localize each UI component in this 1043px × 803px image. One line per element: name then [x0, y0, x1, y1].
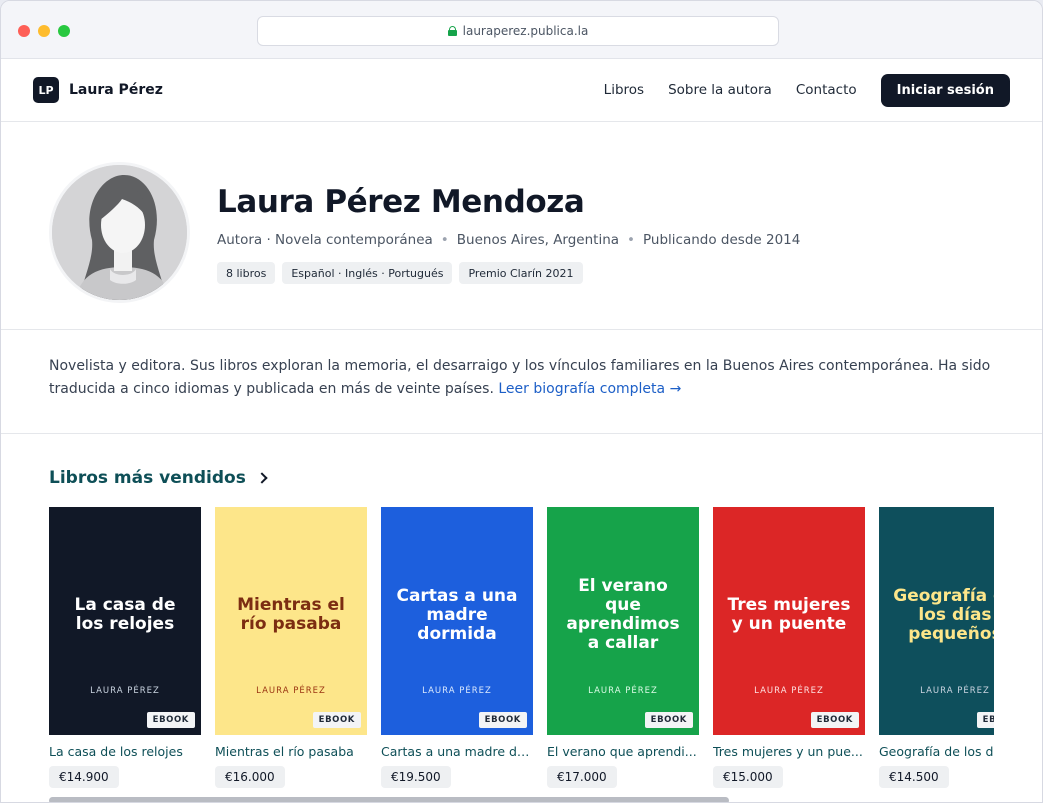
address-bar[interactable]: lauraperez.publica.la — [257, 16, 779, 46]
format-badge: EBOOK — [478, 712, 527, 728]
maximize-window-button[interactable] — [58, 25, 70, 37]
nav-link-libros[interactable]: Libros — [604, 82, 644, 98]
cover-title: Cartas a una madre dormida — [396, 585, 518, 644]
book-card[interactable]: La casa de los relojes LAURA PÉREZ EBOOK La… — [49, 507, 201, 788]
bestsellers-heading[interactable]: Libros más vendidos — [49, 468, 268, 488]
cover-author: LAURA PÉREZ — [754, 686, 824, 696]
book-card[interactable]: Mientras el río pasaba LAURA PÉREZ EBOOK Mi… — [215, 507, 367, 788]
main-nav: Libros Sobre la autora Contacto Iniciar … — [580, 73, 1010, 107]
avatar — [49, 162, 190, 303]
book-title-link[interactable]: Tres mujeres y un pue... — [713, 744, 863, 759]
book-card[interactable]: Cartas a una madre dormida LAURA PÉREZ EBO… — [381, 507, 533, 788]
cover-author: LAURA PÉREZ — [256, 686, 326, 696]
book-card[interactable]: Tres mujeres y un puente LAURA PÉREZ EBOOK… — [713, 507, 865, 788]
book-price: €14.500 — [879, 766, 949, 788]
cover-author: LAURA PÉREZ — [920, 686, 990, 696]
site-header: LP Laura Pérez Libros Sobre la autora Co… — [1, 59, 1042, 122]
cover-author: LAURA PÉREZ — [422, 686, 492, 696]
brand[interactable]: LP Laura Pérez — [33, 77, 163, 103]
format-badge: EBOOK — [312, 712, 361, 728]
book-cover[interactable]: Cartas a una madre dormida LAURA PÉREZ EBO… — [381, 507, 533, 735]
profile-info: Laura Pérez Mendoza Autora · Novela cont… — [217, 184, 800, 284]
book-price: €17.000 — [547, 766, 617, 788]
book-price: €19.500 — [381, 766, 451, 788]
book-cover[interactable]: El verano que aprendimos a callar LAURA P… — [547, 507, 699, 735]
book-card[interactable]: Geografía de los días pequeños LAURA PÉRE… — [879, 507, 994, 788]
format-badge: EBOOK — [976, 712, 994, 728]
author-meta: Autora · Novela contemporánea • Buenos A… — [217, 232, 800, 248]
logo: LP — [33, 77, 59, 103]
book-price: €15.000 — [713, 766, 783, 788]
browser-window: lauraperez.publica.la LP Laura Pérez Lib… — [0, 0, 1043, 803]
cover-title: El verano que aprendimos a callar — [566, 576, 680, 653]
tag-languages: Español · Inglés · Portugués — [282, 262, 453, 284]
cover-title: La casa de los relojes — [74, 595, 176, 634]
nav-link-sobre-la-autora[interactable]: Sobre la autora — [668, 82, 772, 98]
book-cover[interactable]: Geografía de los días pequeños LAURA PÉRE… — [879, 507, 994, 735]
book-cover[interactable]: Mientras el río pasaba LAURA PÉREZ EBOOK — [215, 507, 367, 735]
book-cover[interactable]: Tres mujeres y un puente LAURA PÉREZ EBOOK — [713, 507, 865, 735]
minimize-window-button[interactable] — [38, 25, 50, 37]
tag-books-count: 8 libros — [217, 262, 276, 284]
meta-separator: • — [440, 232, 449, 248]
meta-location: Buenos Aires, Argentina — [456, 232, 620, 248]
cover-author: LAURA PÉREZ — [90, 686, 160, 696]
cover-title: Tres mujeres y un puente — [727, 595, 851, 634]
close-window-button[interactable] — [18, 25, 30, 37]
chevron-right-icon — [256, 472, 268, 484]
book-card[interactable]: El verano que aprendimos a callar LAURA P… — [547, 507, 699, 788]
meta-since: Publicando desde 2014 — [643, 232, 801, 248]
login-button[interactable]: Iniciar sesión — [880, 73, 1010, 107]
cover-title: Geografía de los días pequeños — [893, 585, 994, 644]
author-bio: Novelista y editora. Sus libros exploran… — [1, 330, 1042, 434]
book-price: €14.900 — [49, 766, 119, 788]
bestsellers-carousel[interactable]: La casa de los relojes LAURA PÉREZ EBOOK La… — [49, 507, 994, 797]
bestsellers-title: Libros más vendidos — [49, 468, 246, 488]
meta-separator: • — [627, 232, 636, 248]
book-title-link[interactable]: El verano que aprendi... — [547, 744, 697, 759]
format-badge: EBOOK — [810, 712, 859, 728]
bio-paragraph: Novelista y editora. Sus libros exploran… — [49, 355, 999, 401]
book-title-link[interactable]: Geografía de los días pequeños — [879, 744, 994, 759]
carousel-scrollbar[interactable] — [49, 797, 729, 802]
author-name: Laura Pérez Mendoza — [217, 184, 585, 220]
format-badge: EBOOK — [146, 712, 195, 728]
cover-title: Mientras el río pasaba — [237, 595, 345, 634]
nav-link-contacto[interactable]: Contacto — [796, 82, 857, 98]
browser-chrome: lauraperez.publica.la — [1, 1, 1042, 59]
book-title-link[interactable]: La casa de los relojes — [49, 744, 199, 759]
meta-role: Autora · Novela contemporánea — [217, 232, 433, 248]
author-tags: 8 libros Español · Inglés · Portugués Pr… — [217, 262, 800, 284]
lock-icon — [447, 26, 457, 36]
author-profile: Laura Pérez Mendoza Autora · Novela cont… — [1, 122, 1042, 330]
brand-name: Laura Pérez — [69, 82, 163, 98]
read-full-bio-link[interactable]: Leer biografía completa → — [498, 381, 681, 397]
book-title-link[interactable]: Mientras el río pasaba — [215, 744, 365, 759]
format-badge: EBOOK — [644, 712, 693, 728]
person-silhouette-icon — [52, 165, 187, 300]
cover-author: LAURA PÉREZ — [588, 686, 658, 696]
book-price: €16.000 — [215, 766, 285, 788]
tag-award: Premio Clarín 2021 — [459, 262, 583, 284]
url-text: lauraperez.publica.la — [462, 24, 589, 38]
book-cover[interactable]: La casa de los relojes LAURA PÉREZ EBOOK — [49, 507, 201, 735]
book-title-link[interactable]: Cartas a una madre do... — [381, 744, 531, 759]
